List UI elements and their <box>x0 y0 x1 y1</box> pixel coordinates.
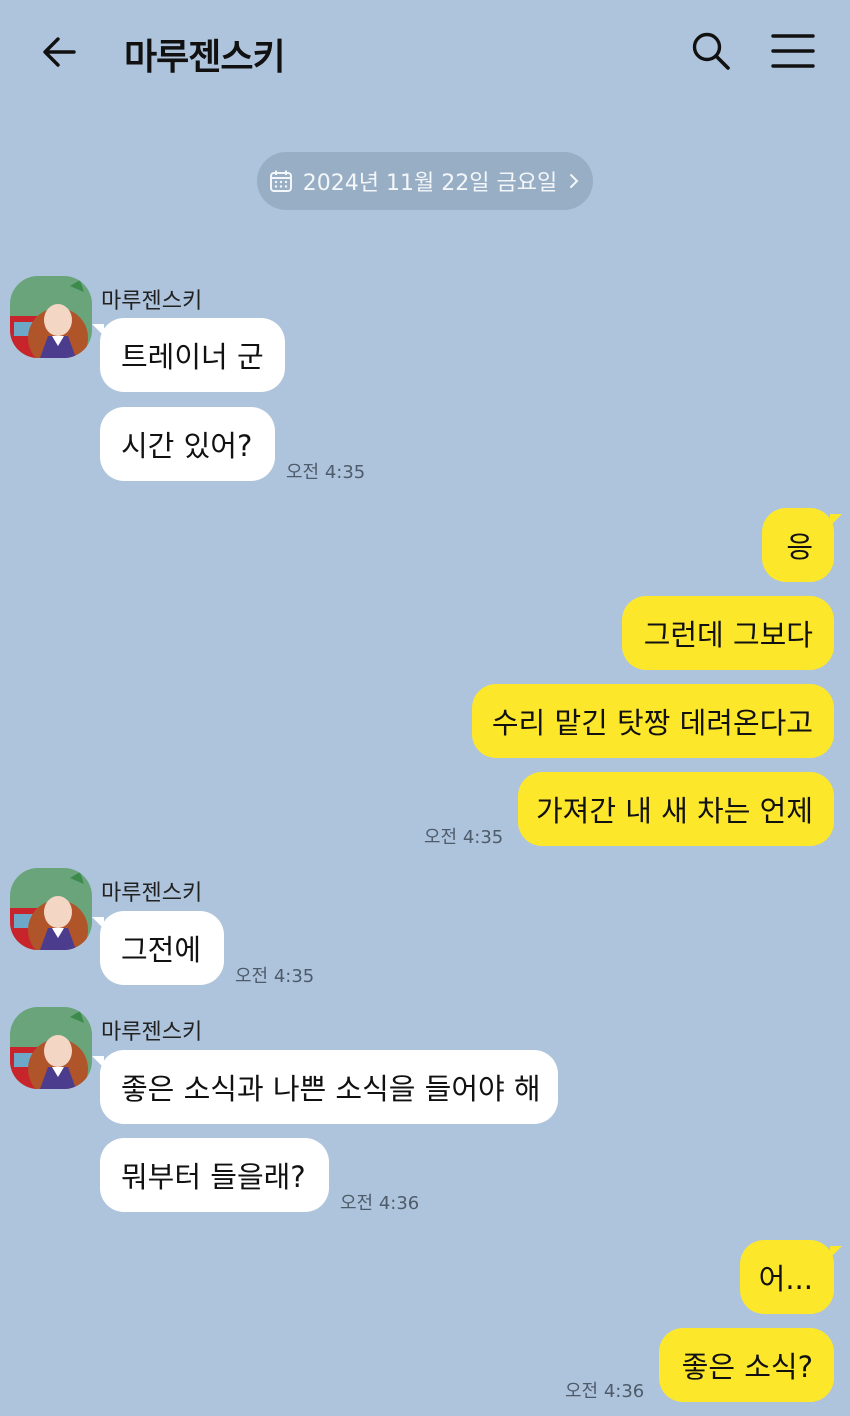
message-text: 그전에 <box>121 933 202 967</box>
menu-button[interactable] <box>770 32 816 70</box>
message-text: 그런데 그보다 <box>643 618 813 652</box>
message-time: 오전 4:36 <box>565 1381 645 1402</box>
message-text: 좋은 소식? <box>681 1350 813 1384</box>
search-button[interactable] <box>690 30 732 72</box>
message-bubble[interactable]: 그전에 <box>92 911 224 985</box>
avatar[interactable] <box>10 868 92 950</box>
date-divider[interactable]: 2024년 11월 22일 금요일 <box>257 152 593 210</box>
message-text: 좋은 소식과 나쁜 소식을 들어야 해 <box>121 1072 541 1106</box>
message-text: 수리 맡긴 탓짱 데려온다고 <box>491 706 813 740</box>
message-text: 가져간 내 새 차는 언제 <box>536 794 813 828</box>
profile-picture <box>10 1007 92 1089</box>
message-bubble[interactable]: 가져간 내 새 차는 언제 <box>518 772 834 846</box>
message-time: 오전 4:35 <box>424 827 504 848</box>
date-label: 2024년 11월 22일 금요일 <box>302 171 558 196</box>
message-text: 뭐부터 들을래? <box>121 1160 306 1194</box>
profile-picture <box>10 868 92 950</box>
message-bubble[interactable]: 뭐부터 들을래? <box>100 1138 329 1212</box>
message-text: 어... <box>758 1262 813 1296</box>
message-time: 오전 4:36 <box>340 1193 420 1214</box>
message-bubble[interactable]: 그런데 그보다 <box>622 596 834 670</box>
message-bubble[interactable]: 수리 맡긴 탓짱 데려온다고 <box>472 684 834 758</box>
profile-picture <box>10 276 92 358</box>
message-time: 오전 4:35 <box>286 462 366 483</box>
avatar[interactable] <box>10 276 92 358</box>
sender-name: 마루젠스키 <box>101 881 203 906</box>
back-button[interactable] <box>38 30 82 74</box>
message-bubble[interactable]: 트레이너 군 <box>92 318 285 392</box>
message-bubble[interactable]: 좋은 소식과 나쁜 소식을 들어야 해 <box>92 1050 558 1124</box>
arrow-left-icon <box>43 37 76 67</box>
message-text: 응 <box>786 530 813 564</box>
avatar[interactable] <box>10 1007 92 1089</box>
message-bubble[interactable]: 응 <box>762 508 842 582</box>
sender-name: 마루젠스키 <box>101 1020 203 1045</box>
sender-name: 마루젠스키 <box>101 289 203 314</box>
calendar-icon <box>269 170 292 192</box>
message-bubble[interactable]: 좋은 소식? <box>659 1328 834 1402</box>
message-text: 트레이너 군 <box>121 340 264 374</box>
chevron-right-icon <box>570 174 579 188</box>
message-bubble[interactable]: 어... <box>740 1240 842 1314</box>
search-icon <box>692 32 730 70</box>
hamburger-menu-icon <box>771 34 815 68</box>
message-time: 오전 4:35 <box>235 966 315 987</box>
message-text: 시간 있어? <box>121 429 253 463</box>
message-bubble[interactable]: 시간 있어? <box>100 407 275 481</box>
chat-header: 마루젠스키 <box>0 0 850 105</box>
chat-title: 마루젠스키 <box>124 37 286 78</box>
